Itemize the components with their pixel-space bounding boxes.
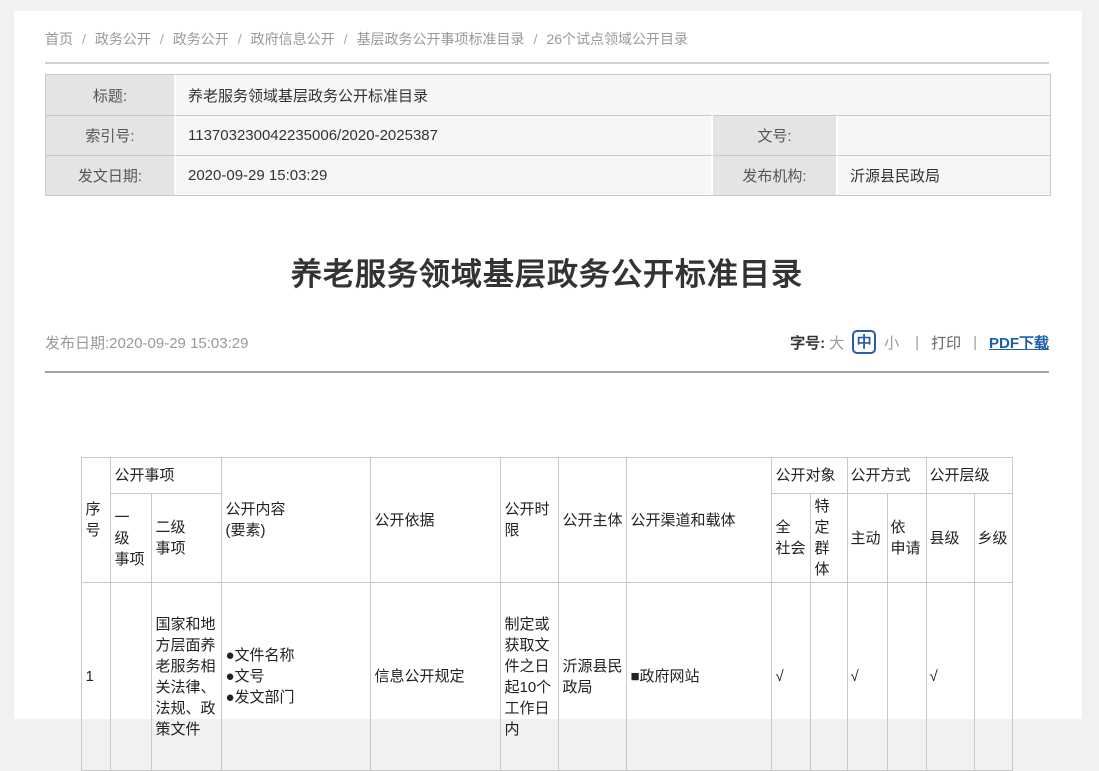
th-county: 县级 (926, 494, 974, 583)
font-size-medium-button[interactable]: 中 (852, 330, 876, 354)
cell-seq: 1 (82, 583, 111, 771)
cell-channel: ■政府网站 (627, 583, 772, 771)
th-on-request: 依 申请 (887, 494, 926, 583)
meta-date-value: 2020-09-29 15:03:29 (176, 155, 713, 195)
meta-docno-value (838, 115, 1050, 155)
breadcrumb-separator: / (238, 31, 242, 47)
breadcrumb-link-zwgk-2[interactable]: 政务公开 (173, 31, 229, 47)
th-whole-society: 全 社会 (772, 494, 811, 583)
meta-row-index: 索引号: 113703230042235006/2020-2025387 文号: (46, 115, 1050, 155)
meta-row-title: 标题: 养老服务领域基层政务公开标准目录 (46, 75, 1050, 115)
th-seq: 序 号 (82, 458, 111, 583)
cell-time-limit: 制定或 获取文 件之日 起10个 工作日 内 (501, 583, 559, 771)
th-level2: 二级 事项 (152, 494, 222, 583)
meta-title-value: 养老服务领域基层政务公开标准目录 (176, 75, 1050, 115)
toolbar-divider: | (915, 334, 919, 351)
breadcrumb-link-zwgk-1[interactable]: 政务公开 (95, 31, 151, 47)
font-size-small-button[interactable]: 小 (884, 332, 899, 353)
meta-docno-label: 文号: (713, 115, 838, 155)
toolbar-divider: | (973, 334, 977, 351)
breadcrumb-separator: / (82, 31, 86, 47)
publish-date: 发布日期:2020-09-29 15:03:29 (45, 332, 248, 353)
breadcrumb-link-info-disclosure[interactable]: 政府信息公开 (251, 31, 335, 47)
th-level-group: 公开层级 (926, 458, 1012, 494)
article-tools: 字号: 大 中 小 | 打印 | PDF下载 (790, 330, 1049, 354)
th-disclosure-items-group: 公开事项 (111, 458, 222, 494)
th-time-limit: 公开时 限 (501, 458, 559, 583)
publish-date-label: 发布日期: (45, 335, 109, 352)
cell-level2: 国家和地 方层面养 老服务相 关法律、 法规、政 策文件 (152, 583, 222, 771)
breadcrumb-separator: / (534, 31, 538, 47)
cell-on-request (887, 583, 926, 771)
meta-title-label: 标题: (46, 75, 176, 115)
font-size-label: 字号: (790, 332, 825, 353)
meta-index-value: 113703230042235006/2020-2025387 (176, 115, 713, 155)
breadcrumb: 首页 / 政务公开 / 政务公开 / 政府信息公开 / 基层政务公开事项标准目录 / 26个试点领域… (45, 11, 1049, 64)
publish-date-value: 2020-09-29 15:03:29 (109, 335, 248, 352)
cell-county: √ (926, 583, 974, 771)
pdf-download-button[interactable]: PDF下载 (989, 332, 1049, 353)
table-header-row-1: 序 号 公开事项 公开内容 (要素) 公开依据 公开时 限 公开主体 公开渠道和… (82, 458, 1012, 494)
cell-specific-group (811, 583, 847, 771)
th-basis: 公开依据 (371, 458, 501, 583)
cell-content: ●文件名称 ●文号 ●发文部门 (222, 583, 371, 771)
breadcrumb-separator: / (160, 31, 164, 47)
meta-agency-label: 发布机构: (713, 155, 838, 195)
table-row: 1 国家和地 方层面养 老服务相 关法律、 法规、政 策文件 ●文件名称 ●文号… (82, 583, 1012, 771)
document-meta-table: 标题: 养老服务领域基层政务公开标准目录 索引号: 11370323004223… (45, 74, 1051, 196)
th-channel: 公开渠道和载体 (627, 458, 772, 583)
meta-date-label: 发文日期: (46, 155, 176, 195)
page-title: 养老服务领域基层政务公开标准目录 (45, 256, 1049, 294)
meta-agency-value: 沂源县民政局 (838, 155, 1050, 195)
font-size-large-button[interactable]: 大 (829, 332, 844, 353)
breadcrumb-link-home[interactable]: 首页 (45, 31, 73, 47)
th-audience-group: 公开对象 (772, 458, 847, 494)
meta-index-label: 索引号: (46, 115, 176, 155)
breadcrumb-link-pilot-catalog[interactable]: 26个试点领域公开目录 (546, 31, 688, 47)
print-button[interactable]: 打印 (931, 332, 961, 353)
meta-row-date: 发文日期: 2020-09-29 15:03:29 发布机构: 沂源县民政局 (46, 155, 1050, 195)
disclosure-standards-table: 序 号 公开事项 公开内容 (要素) 公开依据 公开时 限 公开主体 公开渠道和… (81, 457, 1012, 771)
th-method-group: 公开方式 (847, 458, 926, 494)
breadcrumb-separator: / (344, 31, 348, 47)
th-level1: 一 级 事项 (111, 494, 152, 583)
cell-level1 (111, 583, 152, 771)
cell-subject: 沂源县民 政局 (559, 583, 627, 771)
cell-whole-society: √ (772, 583, 811, 771)
cell-basis: 信息公开规定 (371, 583, 501, 771)
th-subject: 公开主体 (559, 458, 627, 583)
cell-township (974, 583, 1012, 771)
th-content: 公开内容 (要素) (222, 458, 371, 583)
publish-toolbar: 发布日期:2020-09-29 15:03:29 字号: 大 中 小 | 打印 … (45, 330, 1049, 373)
breadcrumb-link-standard-catalog[interactable]: 基层政务公开事项标准目录 (357, 31, 525, 47)
th-township: 乡级 (974, 494, 1012, 583)
th-proactive: 主动 (847, 494, 887, 583)
th-specific-group: 特定 群体 (811, 494, 847, 583)
page-panel: 首页 / 政务公开 / 政务公开 / 政府信息公开 / 基层政务公开事项标准目录 / 26个试点领域… (14, 11, 1082, 719)
cell-proactive: √ (847, 583, 887, 771)
